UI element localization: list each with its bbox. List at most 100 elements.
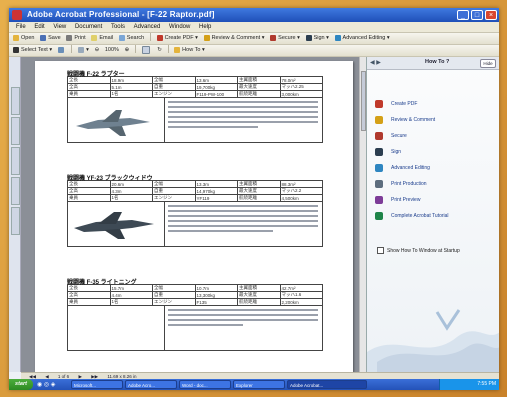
create-pdf-button[interactable]: Create PDF ▾	[156, 33, 198, 44]
menu-window[interactable]: Window	[169, 22, 190, 32]
lock-icon	[375, 132, 383, 140]
help-icon	[174, 46, 181, 53]
open-button[interactable]: Open	[13, 33, 34, 44]
entry-title: 戦闘機 F-22 ラプター	[67, 72, 125, 78]
how-to-item-create-pdf[interactable]: Create PDF	[375, 97, 495, 113]
menu-help[interactable]: Help	[199, 22, 211, 32]
start-button[interactable]: start	[9, 379, 33, 390]
cursor-icon	[13, 46, 19, 53]
fit-width-button[interactable]	[141, 45, 152, 56]
layers-tab[interactable]	[11, 147, 20, 175]
review-comment-icon	[375, 116, 383, 124]
save-button[interactable]: Save	[40, 33, 61, 44]
spec-table: 全長 18.9m 全幅 13.6m 主翼面積 78.0m² 全高 5.1m 自重 19,700k…	[67, 76, 323, 98]
create-pdf-icon	[156, 34, 163, 41]
search-icon	[118, 34, 125, 41]
toolbar-separator	[134, 45, 136, 54]
rotate-button[interactable]: ↻	[157, 45, 162, 56]
how-to-item-review-comment[interactable]: Review & Comment	[375, 113, 495, 129]
attachments-tab[interactable]	[11, 207, 20, 235]
image-row	[67, 202, 323, 247]
secure-button[interactable]: Secure ▾	[270, 33, 300, 44]
spec-table: 全長 15.7m 全幅 10.7m 主翼面積 42.7m² 全高 4.4m 自重 13,300k…	[67, 284, 323, 306]
bookmarks-tab[interactable]	[11, 87, 20, 115]
printer-icon	[375, 180, 383, 188]
taskbar-button[interactable]: Microsoft...	[71, 380, 123, 389]
how-to-item-secure[interactable]: Secure	[375, 129, 495, 145]
menu-view[interactable]: View	[53, 22, 66, 32]
how-to-item-print-preview[interactable]: Print Preview	[375, 193, 495, 209]
startup-checkbox[interactable]: Show How To Window at Startup	[377, 247, 460, 254]
signatures-tab[interactable]	[11, 117, 20, 145]
image-row	[67, 98, 323, 143]
aircraft-photo	[68, 306, 165, 350]
how-to-list: Create PDF Review & Comment Secure Sign …	[375, 97, 495, 225]
aircraft-photo	[68, 98, 165, 142]
edit-icon	[334, 34, 341, 41]
document-area[interactable]: 戦闘機 F-22 ラプター 全長 18.9m 全幅 13.6m 主翼面積 78.0m² 全…	[21, 57, 367, 372]
secondary-toolbar: Select Text ▾ ▾ ⊖ 100% ⊕ ↻ How To ▾	[9, 45, 499, 57]
how-to-item-tutorial[interactable]: Complete Acrobat Tutorial	[375, 209, 495, 225]
zoom-icon	[78, 46, 85, 53]
table-row: 乗員 1名 エンジン YF119 航続距離 4,500km	[67, 194, 323, 202]
image-row	[67, 306, 323, 351]
toolbar-separator	[167, 45, 169, 54]
zoom-tool[interactable]: ▾	[78, 45, 89, 56]
description-text	[168, 101, 318, 131]
menu-tools[interactable]: Tools	[111, 22, 125, 32]
email-button[interactable]: Email	[91, 33, 113, 44]
lock-icon	[270, 34, 277, 41]
aircraft-photo	[68, 202, 165, 246]
review-comment-button[interactable]: Review & Comment ▾	[203, 33, 264, 44]
toolbar-separator	[71, 45, 73, 54]
menu-document[interactable]: Document	[75, 22, 102, 32]
system-tray: 7:55 PM	[439, 379, 499, 390]
taskbar-button[interactable]: Adobe Acro...	[125, 380, 177, 389]
hide-button[interactable]: Hide	[480, 59, 496, 68]
how-to-panel: ◀ ▶ How To ? Hide Create PDF Review & Co…	[366, 57, 499, 372]
screen: Adobe Acrobat Professional - [F-22 Rapto…	[9, 8, 499, 390]
taskbar-button[interactable]: Word - doc...	[179, 380, 231, 389]
how-to-button[interactable]: How To ▾	[174, 45, 205, 56]
entry-title: 戦闘機 F-35 ライトニング	[67, 280, 137, 286]
description-text	[168, 309, 318, 329]
search-button[interactable]: Search	[118, 33, 144, 44]
taskbar-button[interactable]: Explorer	[233, 380, 285, 389]
acrobat-app-icon	[12, 10, 22, 20]
how-to-header: ◀ ▶ How To ? Hide	[367, 57, 499, 70]
menu-file[interactable]: File	[16, 22, 26, 32]
taskbar-button-active[interactable]: Adobe Acrobat...	[287, 380, 367, 389]
table-row: 全高 4.3m 自重 14,970kg 最大速度 マッハ2.2	[67, 187, 323, 195]
create-pdf-icon	[375, 100, 383, 108]
navigation-pane-strip	[9, 57, 21, 372]
pdf-page: 戦闘機 F-22 ラプター 全長 18.9m 全幅 13.6m 主翼面積 78.0m² 全…	[35, 61, 353, 372]
snapshot-tool[interactable]	[57, 45, 66, 56]
quick-launch-icons[interactable]: ◉ ◎ ◈	[37, 381, 55, 388]
how-to-item-sign[interactable]: Sign	[375, 145, 495, 161]
how-to-title: How To ?	[425, 59, 450, 65]
zoom-in-button[interactable]: ⊕	[125, 45, 130, 56]
pages-tab[interactable]	[11, 177, 20, 205]
close-button[interactable]: ×	[485, 10, 497, 20]
maximize-button[interactable]: □	[471, 10, 483, 20]
menu-edit[interactable]: Edit	[34, 22, 44, 32]
how-to-nav-arrows[interactable]: ◀ ▶	[370, 59, 381, 66]
menu-advanced[interactable]: Advanced	[134, 22, 161, 32]
main-toolbar: Open Save Print Email Search Create PDF …	[9, 33, 499, 45]
zoom-level-field[interactable]: 100%	[105, 45, 119, 56]
how-to-item-advanced-editing[interactable]: Advanced Editing	[375, 161, 495, 177]
zoom-out-button[interactable]: ⊖	[95, 45, 100, 56]
envelope-icon	[91, 34, 98, 41]
checkbox-box[interactable]	[377, 247, 384, 254]
select-text-tool[interactable]: Select Text ▾	[13, 45, 52, 56]
clock: 7:55 PM	[477, 381, 496, 387]
minimize-button[interactable]: _	[457, 10, 469, 20]
description-text	[168, 205, 318, 235]
print-button[interactable]: Print	[66, 33, 86, 44]
advanced-editing-button[interactable]: Advanced Editing ▾	[334, 33, 390, 44]
pen-icon	[375, 148, 383, 156]
sign-button[interactable]: Sign ▾	[305, 33, 329, 44]
help-icon	[375, 212, 383, 220]
how-to-item-print-production[interactable]: Print Production	[375, 177, 495, 193]
disk-icon	[40, 34, 47, 41]
